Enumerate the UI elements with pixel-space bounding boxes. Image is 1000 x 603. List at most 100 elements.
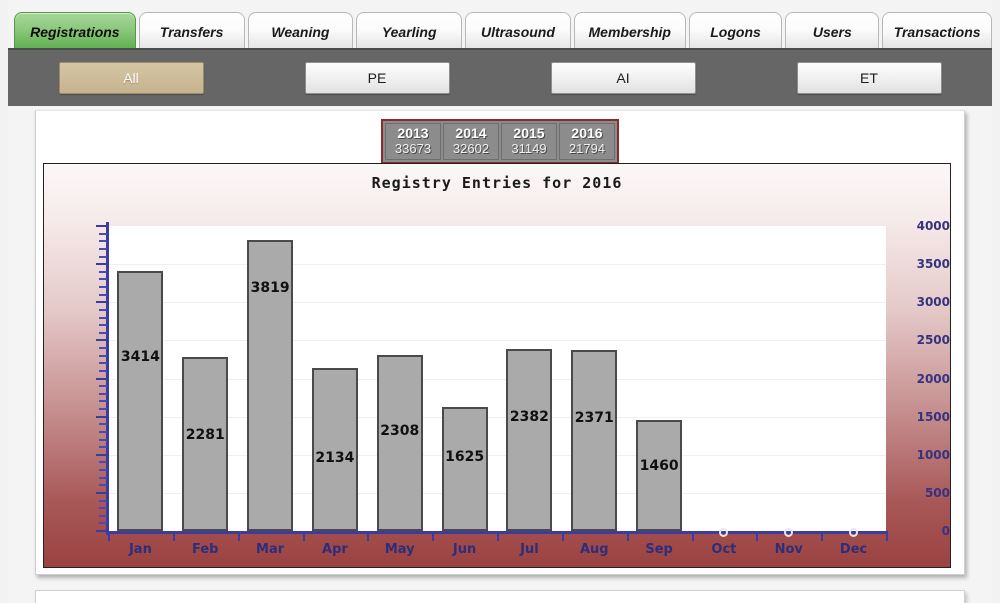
x-axis-tick [172, 534, 175, 541]
bar-value-label: 2134 [315, 450, 355, 467]
filter-button-ai[interactable]: AI [550, 62, 696, 94]
y-axis-minor-tick [99, 438, 107, 441]
tab-ultrasound[interactable]: Ultrasound [465, 12, 571, 50]
year-summary-cell[interactable]: 2015 31149 [501, 123, 557, 160]
y-axis-tick [96, 453, 107, 456]
x-axis-tick [497, 534, 499, 541]
x-axis-label-dec: Dec [839, 542, 868, 557]
year-summary-cell[interactable]: 2016 21794 [559, 123, 615, 160]
bar-aug[interactable] [571, 350, 618, 531]
y-axis-minor-tick [99, 507, 107, 510]
y-axis-minor-tick [99, 408, 107, 410]
y-axis-tick-label: 2500 [916, 333, 950, 348]
x-axis-label-may: May [384, 542, 415, 557]
y-axis-minor-tick [99, 476, 107, 479]
y-axis-tick-label: 4000 [916, 219, 950, 233]
bar-jan[interactable] [117, 270, 164, 531]
y-axis-minor-tick [99, 247, 107, 250]
bar-value-label: 2281 [185, 427, 225, 444]
y-axis-minor-tick [99, 232, 107, 235]
year-total-value: 31149 [511, 141, 547, 156]
tab-registrations[interactable]: Registrations [14, 12, 136, 50]
application-window: Registrations Transfers Weaning Yearling Ult… [0, 0, 1000, 603]
year-summary-cell[interactable]: 2014 32602 [443, 123, 499, 160]
tab-membership[interactable]: Membership [573, 12, 686, 50]
grid-line [108, 264, 886, 266]
filter-button-label: ET [860, 70, 878, 86]
filter-button-group: All PE AI ET [8, 62, 992, 94]
y-axis-tick [96, 225, 107, 227]
x-axis-label-nov: Nov [774, 542, 803, 557]
y-axis-minor-tick [99, 461, 107, 464]
year-label: 2014 [455, 125, 487, 141]
tab-list: Registrations Transfers Weaning Yearling Ult… [8, 8, 993, 50]
filter-button-label: AI [616, 70, 630, 86]
registry-entries-chart: Registry Entries for 2016 0 500 1000 1500 20… [43, 163, 951, 568]
tab-label: Ultrasound [481, 23, 555, 40]
grid-line [108, 340, 886, 342]
y-axis-tick-label: 2000 [916, 371, 950, 386]
filter-button-label: All [123, 70, 139, 86]
tab-label: Transfers [159, 23, 224, 40]
y-axis-tick-label: 3500 [916, 257, 950, 272]
grid-line [108, 302, 886, 304]
filter-button-pe[interactable]: PE [304, 62, 450, 94]
y-axis-tick [96, 339, 107, 342]
bar-feb[interactable] [182, 357, 229, 531]
filter-button-all[interactable]: All [58, 62, 204, 94]
y-axis-minor-tick [99, 270, 107, 273]
y-axis-tick-label: 0 [941, 524, 950, 538]
filter-button-et[interactable]: ET [796, 62, 942, 94]
tab-label: Weaning [271, 23, 330, 40]
x-axis-tick [756, 534, 759, 541]
bar-jul[interactable] [506, 349, 553, 531]
y-axis-minor-tick [99, 369, 107, 372]
y-axis-minor-tick [99, 278, 107, 281]
x-axis-tick [108, 534, 110, 541]
tab-label: Membership [588, 23, 671, 40]
y-axis-minor-tick [99, 423, 107, 426]
x-axis-label-mar: Mar [256, 542, 285, 557]
year-total-value: 32602 [452, 141, 490, 156]
tab-weaning[interactable]: Weaning [247, 12, 354, 50]
y-axis-tick [96, 263, 107, 266]
left-rail [0, 0, 8, 603]
tab-yearling[interactable]: Yearling [356, 12, 463, 50]
y-axis-minor-tick [99, 392, 107, 395]
bar-may[interactable] [376, 355, 423, 531]
chart-title: Registry Entries for 2016 [371, 174, 623, 192]
bar-value-label: 1625 [445, 449, 485, 466]
filter-button-label: PE [367, 70, 387, 86]
year-summary-cell[interactable]: 2013 33673 [385, 123, 441, 160]
y-axis-minor-tick [99, 385, 107, 388]
bar-value-label: 3414 [120, 348, 160, 365]
y-axis-minor-tick [99, 484, 107, 487]
x-axis-tick [302, 534, 305, 541]
year-total-value: 33673 [394, 141, 432, 156]
y-axis-minor-tick [99, 255, 107, 258]
y-axis-tick-label: 500 [924, 485, 950, 500]
bar-sep[interactable] [636, 419, 683, 531]
filter-toolbar: All PE AI ET [8, 48, 992, 106]
x-axis-tick [691, 534, 694, 541]
y-axis-tick [96, 491, 107, 494]
zero-value-marker-nov [784, 528, 794, 537]
tab-transactions[interactable]: Transactions [882, 12, 993, 50]
y-axis-minor-tick [99, 514, 107, 517]
bar-jun[interactable] [441, 407, 488, 531]
x-axis-label-jun: Jun [452, 542, 477, 557]
tab-transfers[interactable]: Transfers [138, 12, 245, 50]
x-axis-tick [886, 534, 888, 541]
y-axis-minor-tick [99, 240, 107, 243]
year-total-value: 21794 [568, 141, 606, 156]
x-axis-tick [432, 534, 435, 541]
year-label: 2015 [513, 125, 545, 141]
content-panel: 2013 33673 2014 32602 2015 31149 2016 21794 Reg… [35, 110, 965, 575]
y-axis-minor-tick [99, 308, 107, 311]
tab-users[interactable]: Users [785, 12, 880, 50]
y-axis-tick-label: 1500 [916, 409, 950, 424]
tab-label: Transactions [893, 23, 981, 40]
y-axis-minor-tick [99, 293, 107, 296]
tab-logons[interactable]: Logons [688, 12, 783, 50]
bar-value-label: 2382 [509, 409, 549, 426]
